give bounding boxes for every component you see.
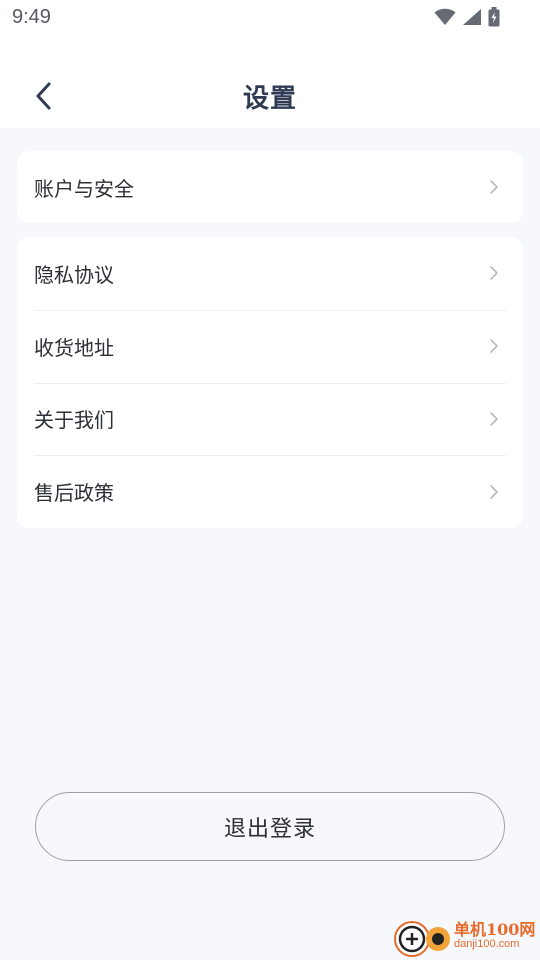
settings-item-label: 售后政策 [34, 481, 114, 506]
status-time: 9:49 [12, 6, 51, 28]
chevron-right-icon [490, 339, 498, 353]
chevron-right-icon [490, 180, 498, 194]
logout-label: 退出登录 [223, 816, 316, 842]
settings-item-after-sales-policy[interactable]: 售后政策 [17, 455, 523, 528]
battery-charging-icon [488, 7, 500, 27]
status-icons [434, 7, 500, 27]
watermark-url: danji100.com [454, 938, 520, 950]
settings-item-label: 关于我们 [34, 408, 114, 433]
settings-item-privacy-policy[interactable]: 隐私协议 [17, 237, 523, 310]
settings-item-account-security[interactable]: 账户与安全 [17, 151, 523, 223]
header: 设置 [0, 36, 540, 128]
chevron-right-icon [490, 266, 498, 281]
chevron-right-icon [490, 412, 498, 426]
watermark-logo-icon [394, 921, 450, 957]
settings-item-label: 收货地址 [34, 335, 114, 360]
page-title: 设置 [242, 84, 297, 114]
chevron-right-icon [490, 484, 498, 499]
watermark: 单机100网 danji100.com [390, 914, 540, 960]
cell-signal-icon [463, 9, 481, 25]
settings-item-label: 账户与安全 [34, 176, 134, 201]
settings-screen: 9:49 设置 账户与安全 隐私协议 收货地址 关于我们 售后政策 退出登录 单… [0, 0, 540, 960]
settings-item-label: 隐私协议 [34, 262, 114, 287]
wifi-icon [434, 8, 456, 25]
status-bar: 9:49 [0, 0, 540, 36]
settings-item-shipping-address[interactable]: 收货地址 [17, 309, 523, 383]
settings-item-about-us[interactable]: 关于我们 [17, 382, 523, 456]
watermark-text: 单机100网 [454, 920, 536, 939]
info-card: 隐私协议 收货地址 关于我们 售后政策 [17, 237, 523, 528]
logout-button[interactable]: 退出登录 [35, 792, 505, 861]
account-card: 账户与安全 [17, 151, 523, 223]
